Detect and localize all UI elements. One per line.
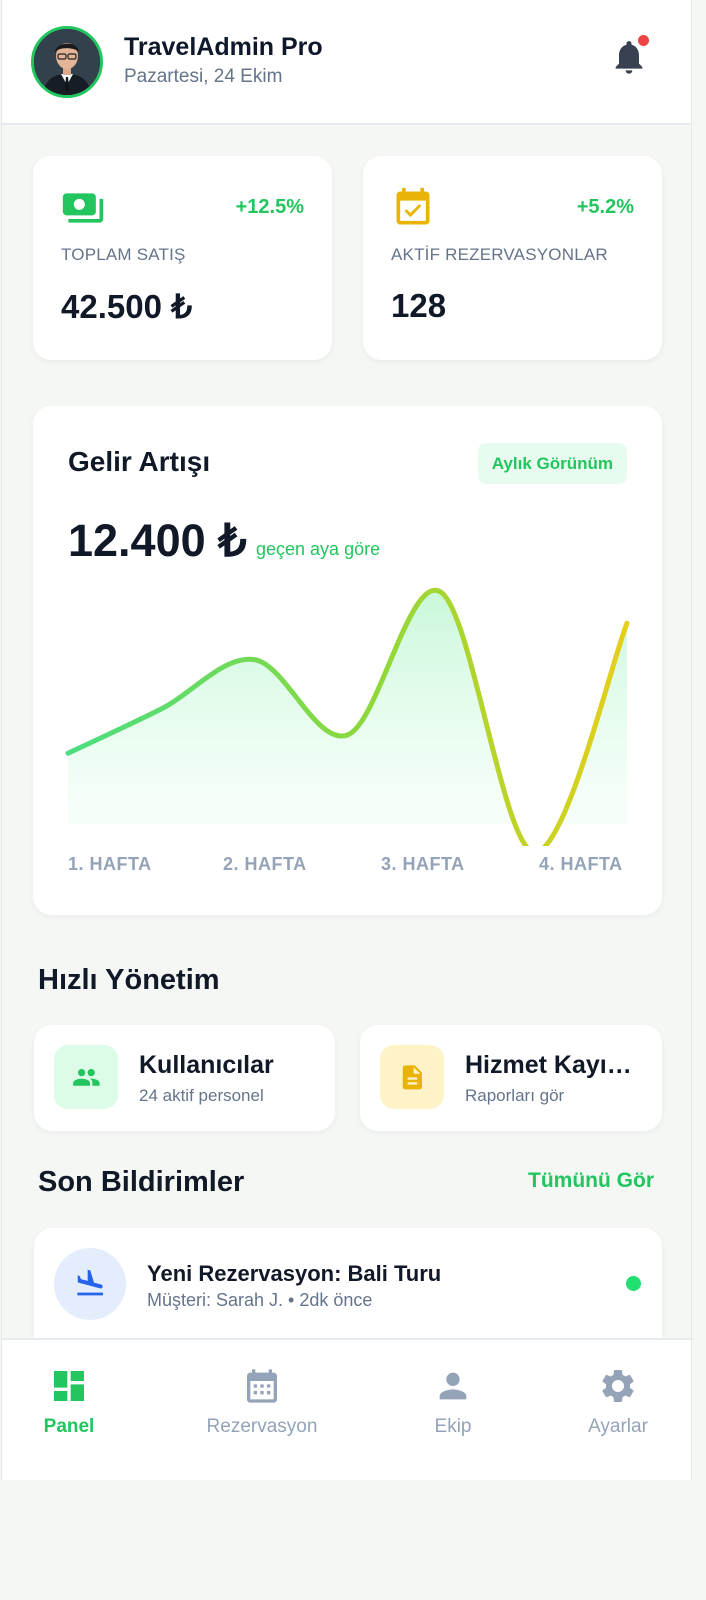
service-records-title: Hizmet Kayıtları bbox=[465, 1051, 637, 1079]
tab-team-label: Ekip bbox=[434, 1416, 472, 1437]
calendar-icon bbox=[247, 1369, 277, 1403]
app-header: TravelAdmin Pro Pazartesi, 24 Ekim bbox=[2, 0, 691, 125]
revenue-chart-card: Gelir Artışı Aylık Görünüm 12.400 ₺ geçe… bbox=[33, 406, 662, 915]
stat-card-reservations[interactable]: +5.2% AKTİF REZERVASYONLAR 128 bbox=[363, 156, 662, 360]
x-tick-label: 3. HAFTA bbox=[381, 854, 465, 874]
money-icon bbox=[62, 193, 104, 223]
notification-badge bbox=[638, 35, 649, 46]
users-icon bbox=[73, 1069, 100, 1086]
users-subtitle: 24 aktif personel bbox=[139, 1086, 264, 1105]
tab-team[interactable]: Ekip bbox=[378, 1340, 528, 1460]
calendar-check-icon bbox=[396, 187, 430, 225]
dashboard-icon bbox=[54, 1371, 84, 1401]
document-icon-tile bbox=[380, 1045, 444, 1109]
sales-change: +12.5% bbox=[235, 196, 304, 218]
see-all-link[interactable]: Tümünü Gör bbox=[528, 1169, 654, 1193]
tab-panel[interactable]: Panel bbox=[2, 1340, 144, 1460]
stat-card-sales[interactable]: +12.5% TOPLAM SATIŞ 42.500 ₺ bbox=[33, 156, 332, 360]
person-icon bbox=[439, 1372, 467, 1400]
gear-icon bbox=[602, 1370, 634, 1402]
tab-reservations[interactable]: Rezervasyon bbox=[187, 1340, 337, 1460]
reservations-change: +5.2% bbox=[576, 196, 634, 218]
x-tick-label: 2. HAFTA bbox=[223, 854, 307, 874]
notification-icon-circle bbox=[54, 1248, 126, 1320]
sales-label: TOPLAM SATIŞ bbox=[61, 245, 186, 264]
quick-section-title: Hızlı Yönetim bbox=[38, 964, 220, 996]
revenue-area bbox=[68, 590, 627, 824]
users-title: Kullanıcılar bbox=[139, 1051, 274, 1079]
avatar[interactable] bbox=[31, 26, 103, 98]
notification-meta: Müşteri: Sarah J. • 2dk önce bbox=[147, 1290, 373, 1310]
notification-title: Yeni Rezervasyon: Bali Turu bbox=[147, 1261, 442, 1286]
plane-landing-icon bbox=[77, 1269, 104, 1296]
quick-card-service-records[interactable]: Hizmet Kayıtları Raporları gör bbox=[360, 1025, 662, 1131]
app-title: TravelAdmin Pro bbox=[124, 33, 323, 61]
app-screen: TravelAdmin Pro Pazartesi, 24 Ekim +12.5… bbox=[1, 0, 692, 1480]
reservations-value: 128 bbox=[391, 287, 447, 324]
revenue-chart bbox=[65, 587, 630, 846]
unread-indicator bbox=[626, 1276, 641, 1291]
sales-value: 42.500 ₺ bbox=[61, 288, 193, 325]
tab-panel-label: Panel bbox=[43, 1416, 95, 1437]
tab-settings[interactable]: Ayarlar bbox=[543, 1340, 691, 1460]
reservations-label: AKTİF REZERVASYONLAR bbox=[391, 245, 608, 264]
document-icon bbox=[402, 1065, 422, 1090]
current-date: Pazartesi, 24 Ekim bbox=[124, 66, 283, 87]
tab-settings-label: Ayarlar bbox=[588, 1416, 648, 1437]
notifications-section-title: Son Bildirimler bbox=[38, 1166, 245, 1198]
quick-card-users[interactable]: Kullanıcılar 24 aktif personel bbox=[34, 1025, 335, 1131]
users-icon-tile bbox=[54, 1045, 118, 1109]
x-tick-label: 4. HAFTA bbox=[539, 854, 623, 874]
bottom-tab-bar: Panel Rezervasyon Ekip Ayarlar bbox=[2, 1338, 691, 1480]
service-records-subtitle: Raporları gör bbox=[465, 1086, 565, 1105]
tab-reservations-label: Rezervasyon bbox=[206, 1416, 318, 1437]
x-tick-label: 1. HAFTA bbox=[68, 854, 152, 874]
